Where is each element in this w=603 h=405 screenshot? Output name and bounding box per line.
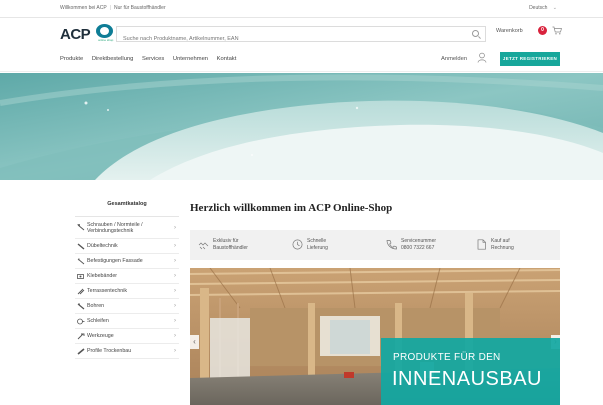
tape-icon	[77, 273, 84, 279]
usp-item-exclusive: Exklusiv für Baustoffhändler	[198, 230, 288, 260]
hero-banner	[0, 73, 603, 180]
login-link[interactable]: Anmelden	[441, 56, 467, 62]
slider-prev-button[interactable]: ‹	[190, 335, 199, 349]
chevron-right-icon: ›	[174, 273, 176, 279]
search-input[interactable]	[117, 32, 457, 46]
cart-icon	[552, 26, 562, 35]
usp-item-delivery: Schnelle Lieferung	[292, 230, 382, 260]
chevron-right-icon: ›	[174, 318, 176, 324]
usp-bar: Exklusiv für Baustoffhändler Schnelle Lief…	[190, 230, 560, 260]
screw-icon	[77, 224, 85, 231]
page-title: Herzlich willkommen im ACP Online-Shop	[190, 202, 393, 214]
main-nav: Produkte Direktbestellung Services Unter…	[0, 48, 603, 72]
sidebar-item-label: Werkzeuge	[87, 333, 114, 339]
clock-icon	[292, 239, 303, 250]
nav-item-kontakt[interactable]: Kontakt	[217, 56, 237, 62]
profile-icon	[77, 347, 85, 355]
sidebar-item-label: Terrassentechnik	[87, 288, 128, 294]
header: ACP online shop Warenkorb 0	[0, 18, 603, 48]
user-icon[interactable]	[477, 52, 487, 63]
facade-icon	[77, 258, 85, 264]
nav-item-produkte[interactable]: Produkte	[60, 56, 83, 62]
promo-line2: INNENAUSBAU	[392, 368, 542, 390]
acp-logo[interactable]: ACP online shop	[60, 24, 122, 44]
register-button[interactable]: JETZT REGISTRIEREN	[500, 52, 560, 66]
usp-line2: Lieferung	[307, 245, 328, 251]
catalog-sidebar: Gesamtkatalog Schrauben / Normteile / Ve…	[75, 197, 179, 359]
chevron-right-icon: ›	[174, 333, 176, 339]
sidebar-item-schleifen[interactable]: Schleifen ›	[75, 314, 179, 329]
nav-item-direktbestellung[interactable]: Direktbestellung	[92, 56, 134, 62]
welcome-text: Willkommen bei ACP	[60, 5, 107, 11]
sidebar-item-label: Dübeltechnik	[87, 243, 118, 249]
usp-line1: Servicenummer	[401, 238, 437, 244]
chevron-right-icon: ›	[174, 224, 176, 231]
language-label: Deutsch	[529, 5, 548, 11]
search-box	[116, 26, 486, 46]
promo-caption: PRODUKTE FÜR DEN INNENAUSBAU	[381, 338, 560, 405]
usp-item-invoice: Kauf auf Rechnung	[476, 230, 560, 260]
phone-icon	[386, 240, 397, 250]
nav-item-services[interactable]: Services	[142, 56, 164, 62]
sidebar-item-label: Bohren	[87, 303, 105, 309]
logo-wordmark: ACP	[60, 26, 91, 43]
search-icon[interactable]	[472, 30, 479, 37]
nav-items: Produkte Direktbestellung Services Unter…	[60, 56, 243, 62]
tools-icon	[77, 333, 85, 339]
usp-line2: Rechnung	[491, 245, 514, 251]
sidebar-item-duebeltechnik[interactable]: Dübeltechnik ›	[75, 239, 179, 254]
usp-line1: Exklusiv für	[213, 238, 239, 244]
handshake-icon	[198, 242, 209, 250]
invoice-icon	[477, 239, 486, 250]
chevron-right-icon: ›	[174, 348, 176, 354]
usp-item-service-phone[interactable]: Servicenummer 0800 7322 667	[386, 230, 476, 260]
sidebar-item-bohren[interactable]: Bohren ›	[75, 299, 179, 314]
sidebar-item-label: Profile Trockenbau	[87, 348, 132, 354]
sidebar-item-label: Befestigungen Fassade	[87, 258, 143, 264]
chevron-left-icon: ‹	[193, 337, 196, 346]
cart-link[interactable]: Warenkorb 0	[496, 26, 562, 35]
chevron-right-icon: ›	[174, 258, 176, 264]
catalog-heading: Gesamtkatalog	[75, 197, 179, 217]
sidebar-item-werkzeuge[interactable]: Werkzeuge ›	[75, 329, 179, 344]
sidebar-item-label: Schrauben / Normteile / Verbindungstechn…	[87, 221, 143, 234]
chevron-right-icon: ›	[174, 303, 176, 309]
sidebar-item-profile-trockenbau[interactable]: Profile Trockenbau ›	[75, 344, 179, 359]
cart-count-badge: 0	[538, 26, 547, 35]
sidebar-item-fassade[interactable]: Befestigungen Fassade ›	[75, 254, 179, 269]
grinding-icon	[77, 318, 85, 324]
logo-emblem-icon	[96, 24, 113, 38]
usp-line2: 0800 7322 667	[401, 245, 435, 251]
usp-line2: Baustoffhändler	[213, 245, 248, 251]
usp-line1: Kauf auf	[491, 238, 510, 244]
top-bar-left: Willkommen bei ACP | Nur für Baustoffhändl…	[60, 5, 166, 11]
sidebar-item-label: Schleifen	[87, 318, 109, 324]
logo-subtitle: online shop	[98, 38, 114, 42]
cart-label: Warenkorb	[496, 28, 523, 34]
top-bar: Willkommen bei ACP | Nur für Baustoffhändl…	[0, 0, 603, 18]
trade-note-link[interactable]: Nur für Baustoffhändler	[114, 5, 166, 11]
chevron-down-icon: ⌄	[552, 5, 557, 11]
nav-item-unternehmen[interactable]: Unternehmen	[173, 56, 208, 62]
language-selector[interactable]: Deutsch ⌄	[529, 5, 557, 11]
top-bar-separator: |	[109, 5, 111, 11]
sidebar-item-klebebaender[interactable]: Klebebänder ›	[75, 269, 179, 284]
promo-line1: PRODUKTE FÜR DEN	[393, 352, 501, 363]
promo-slider[interactable]: ‹ › PRODUKTE FÜR DEN INNENAUSBAU	[190, 268, 560, 405]
sidebar-item-terrassentechnik[interactable]: Terrassentechnik ›	[75, 284, 179, 299]
terrace-icon	[77, 288, 85, 294]
dowel-icon	[77, 242, 85, 250]
hero-ceiling-image	[0, 73, 603, 180]
drill-icon	[77, 303, 85, 309]
chevron-right-icon: ›	[174, 243, 176, 249]
chevron-right-icon: ›	[174, 288, 176, 294]
sidebar-item-label: Klebebänder	[87, 273, 118, 279]
sidebar-item-schrauben[interactable]: Schrauben / Normteile / Verbindungstechn…	[75, 217, 179, 239]
usp-line1: Schnelle	[307, 238, 327, 244]
